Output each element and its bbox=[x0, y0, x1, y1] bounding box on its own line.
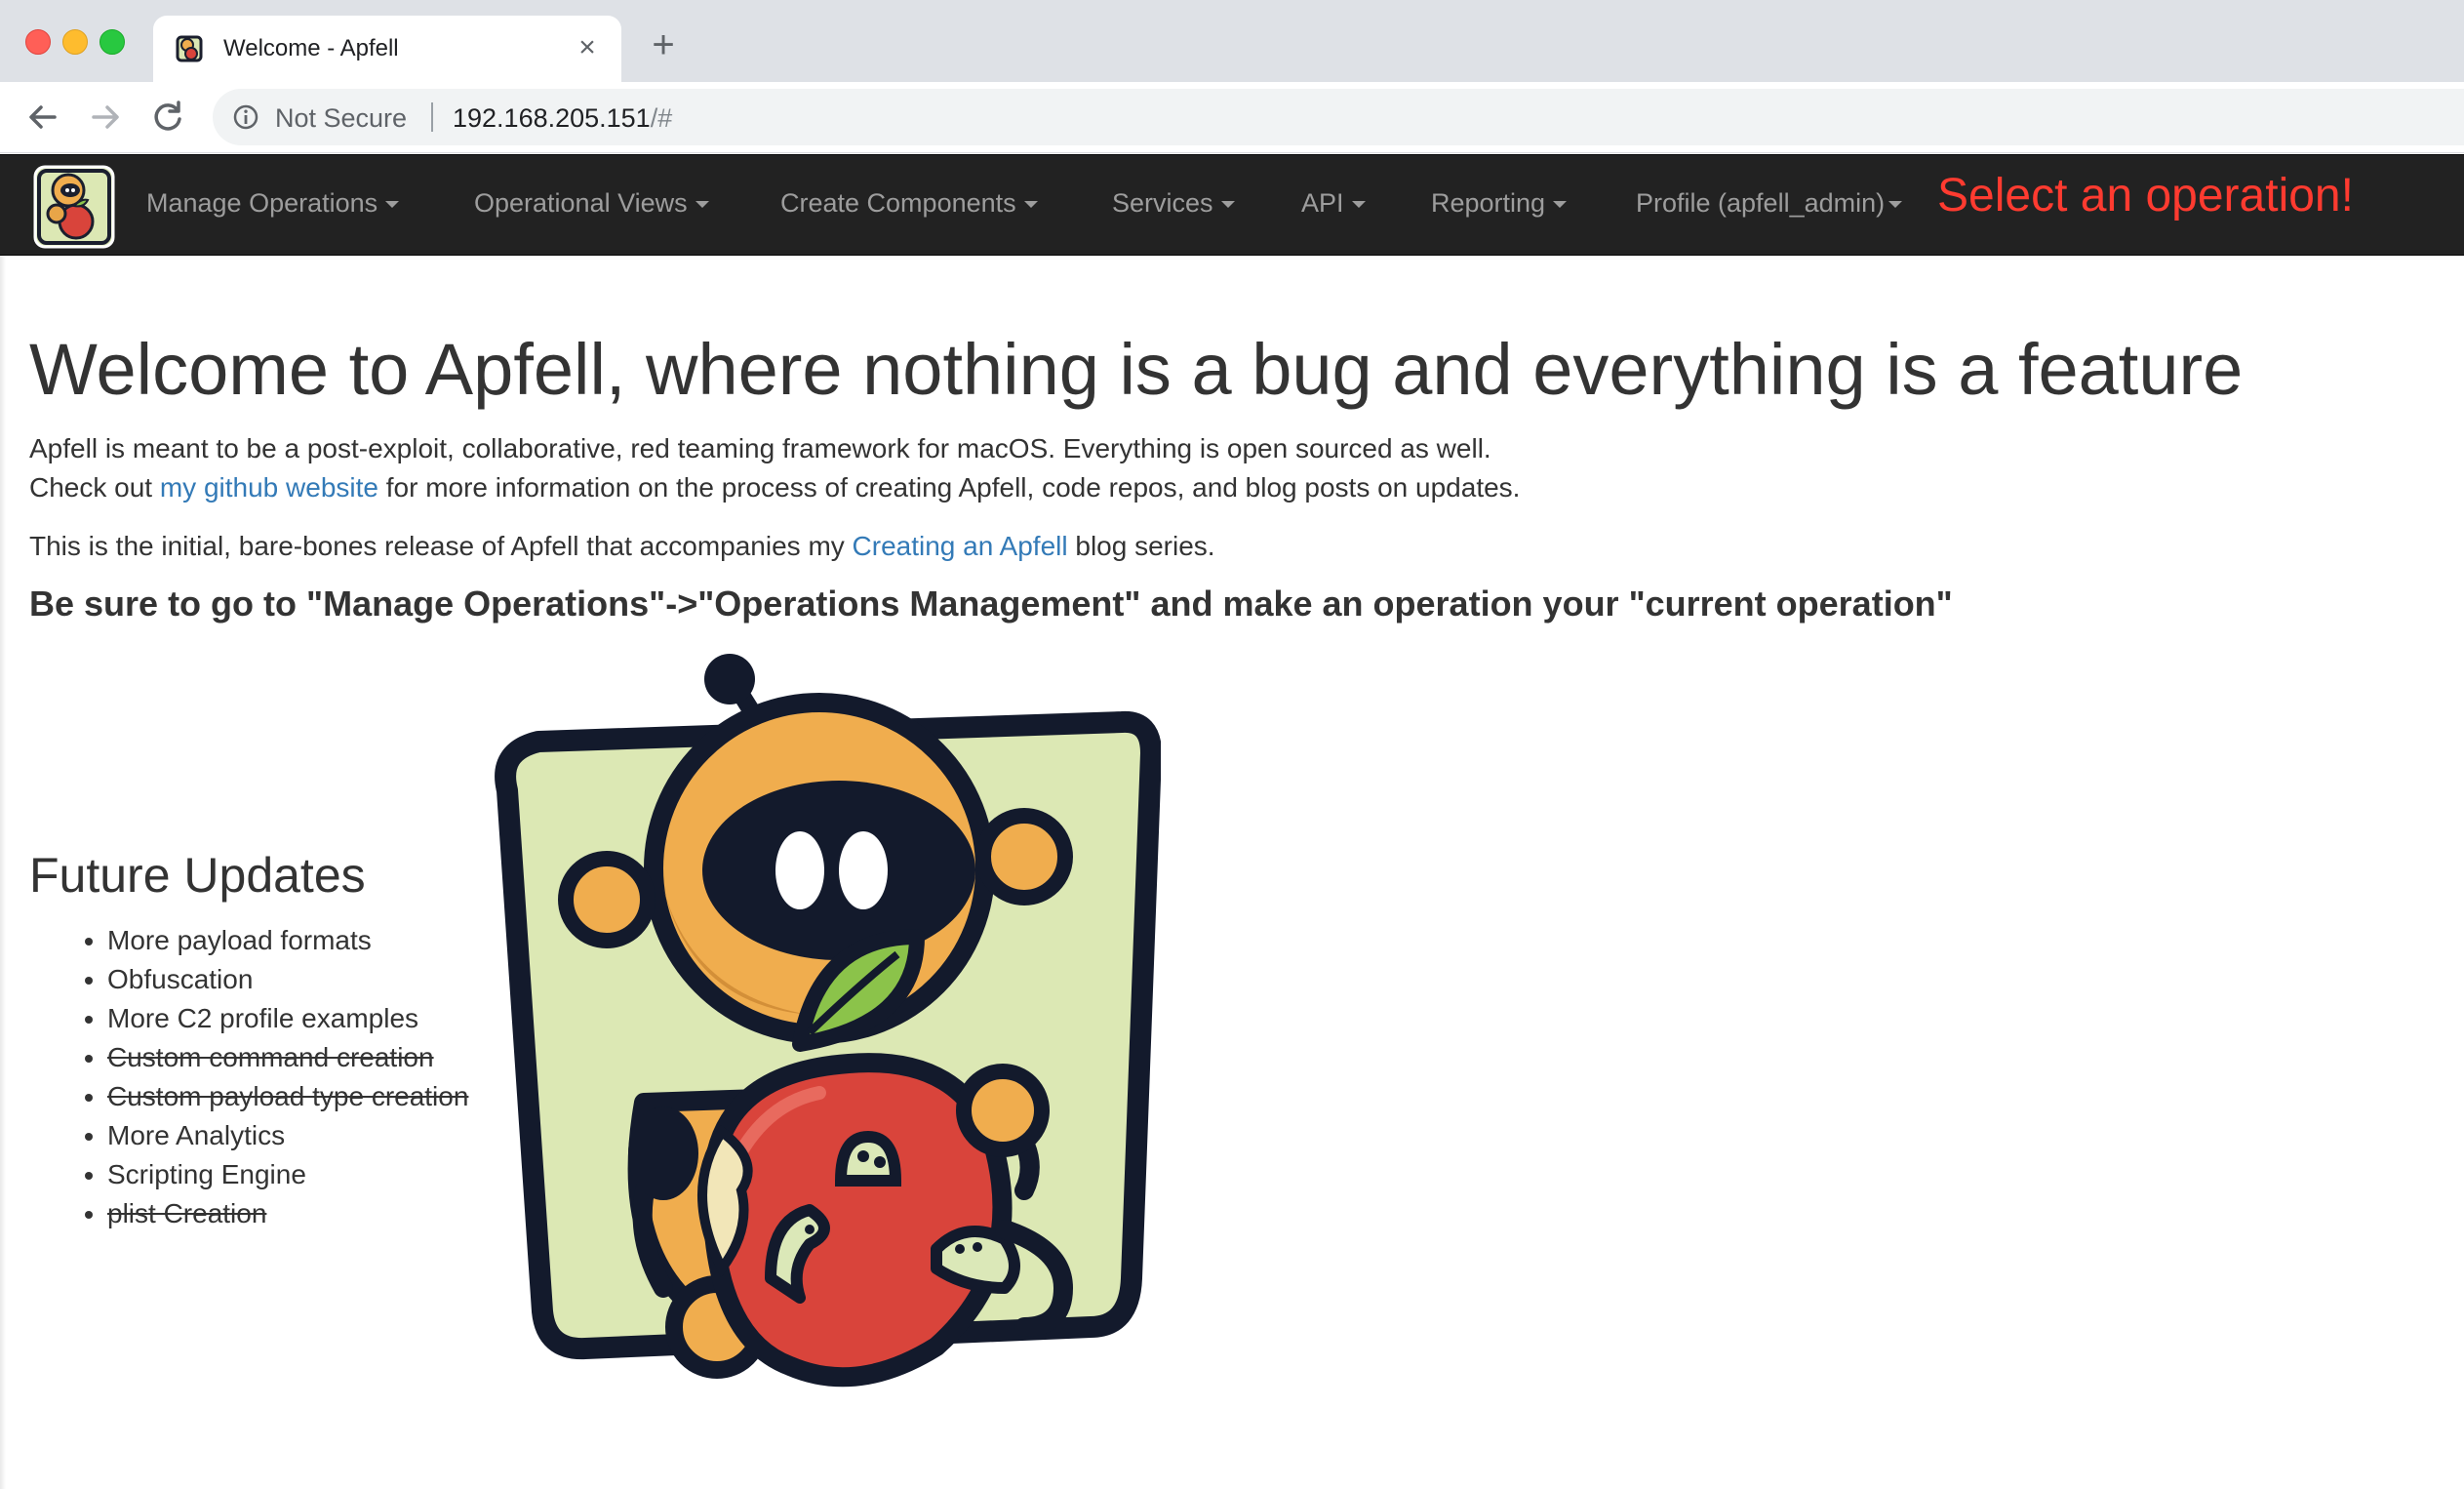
nav-reporting[interactable]: Reporting bbox=[1431, 188, 1568, 219]
release-prefix: This is the initial, bare-bones release … bbox=[29, 531, 853, 561]
info-icon[interactable] bbox=[232, 103, 259, 131]
caret-down-icon bbox=[385, 201, 400, 209]
url-text[interactable]: 192.168.205.151/# bbox=[453, 103, 672, 134]
page-left-edge bbox=[0, 256, 6, 1489]
future-updates-title: Future Updates bbox=[29, 848, 366, 903]
tab-close-icon[interactable]: × bbox=[571, 31, 604, 64]
nav-api-label: API bbox=[1301, 188, 1344, 218]
reload-icon[interactable] bbox=[146, 96, 189, 139]
list-item: plist Creation bbox=[107, 1194, 468, 1233]
nav-create-components[interactable]: Create Components bbox=[780, 188, 1038, 219]
release-suffix: blog series. bbox=[1067, 531, 1215, 561]
list-item: More C2 profile examples bbox=[107, 999, 468, 1038]
nav-services[interactable]: Services bbox=[1112, 188, 1235, 219]
list-item: Obfuscation bbox=[107, 960, 468, 999]
minimize-window-button[interactable] bbox=[62, 29, 88, 55]
nav-create-components-label: Create Components bbox=[780, 188, 1016, 218]
caret-down-icon bbox=[1888, 201, 1903, 209]
security-status-label[interactable]: Not Secure bbox=[275, 103, 407, 134]
page-title: Welcome to Apfell, where nothing is a bu… bbox=[29, 329, 2244, 410]
close-window-button[interactable] bbox=[25, 29, 51, 55]
new-tab-icon[interactable]: + bbox=[644, 25, 683, 64]
operation-notice: Select an operation! bbox=[1937, 170, 2354, 221]
url-host: 192.168.205.151 bbox=[453, 103, 651, 133]
list-item: Custom command creation bbox=[107, 1038, 468, 1077]
caret-down-icon bbox=[1553, 201, 1568, 209]
list-item: More Analytics bbox=[107, 1116, 468, 1155]
apfell-favicon-icon bbox=[176, 35, 203, 62]
nav-manage-operations-label: Manage Operations bbox=[146, 188, 378, 218]
url-path: /# bbox=[650, 103, 673, 133]
checkout-text: Check out my github website for more inf… bbox=[29, 472, 1520, 503]
back-arrow-icon[interactable] bbox=[21, 96, 64, 139]
apfell-logo-icon[interactable] bbox=[29, 159, 119, 251]
nav-operational-views[interactable]: Operational Views bbox=[474, 188, 709, 219]
browser-tab[interactable]: Welcome - Apfell × bbox=[153, 16, 621, 82]
list-item: Scripting Engine bbox=[107, 1155, 468, 1194]
nav-services-label: Services bbox=[1112, 188, 1213, 218]
zoom-window-button[interactable] bbox=[99, 29, 125, 55]
intro-text: Apfell is meant to be a post-exploit, co… bbox=[29, 433, 1491, 463]
creating-apfell-link[interactable]: Creating an Apfell bbox=[853, 531, 1068, 561]
omnibox-divider bbox=[431, 102, 433, 132]
browser-tab-bar: Welcome - Apfell × + bbox=[0, 0, 2464, 82]
tab-title: Welcome - Apfell bbox=[223, 35, 399, 61]
nav-manage-operations[interactable]: Manage Operations bbox=[146, 188, 400, 219]
list-item: More payload formats bbox=[107, 921, 468, 960]
nav-profile[interactable]: Profile (apfell_admin) bbox=[1636, 188, 1903, 219]
caret-down-icon bbox=[1351, 201, 1366, 209]
caret-down-icon bbox=[695, 201, 709, 209]
nav-api[interactable]: API bbox=[1301, 188, 1366, 219]
release-text: This is the initial, bare-bones release … bbox=[29, 531, 1215, 562]
forward-arrow-icon[interactable] bbox=[84, 96, 127, 139]
github-website-link[interactable]: my github website bbox=[160, 472, 378, 503]
list-item: Custom payload type creation bbox=[107, 1077, 468, 1116]
checkout-suffix: for more information on the process of c… bbox=[378, 472, 1521, 503]
nav-profile-label: Profile (apfell_admin) bbox=[1636, 188, 1886, 218]
caret-down-icon bbox=[1023, 201, 1038, 209]
checkout-prefix: Check out bbox=[29, 472, 160, 503]
apfell-mascot-illustration bbox=[495, 654, 1161, 1388]
nav-operational-views-label: Operational Views bbox=[474, 188, 688, 218]
caret-down-icon bbox=[1220, 201, 1235, 209]
browser-toolbar: Not Secure 192.168.205.151/# bbox=[0, 82, 2464, 153]
future-updates-list: More payload formats Obfuscation More C2… bbox=[29, 921, 468, 1233]
nav-reporting-label: Reporting bbox=[1431, 188, 1546, 218]
app-navbar: Manage Operations Operational Views Crea… bbox=[0, 154, 2464, 256]
operations-hint: Be sure to go to "Manage Operations"->"O… bbox=[29, 584, 1953, 624]
address-bar[interactable]: Not Secure 192.168.205.151/# bbox=[213, 89, 2464, 145]
